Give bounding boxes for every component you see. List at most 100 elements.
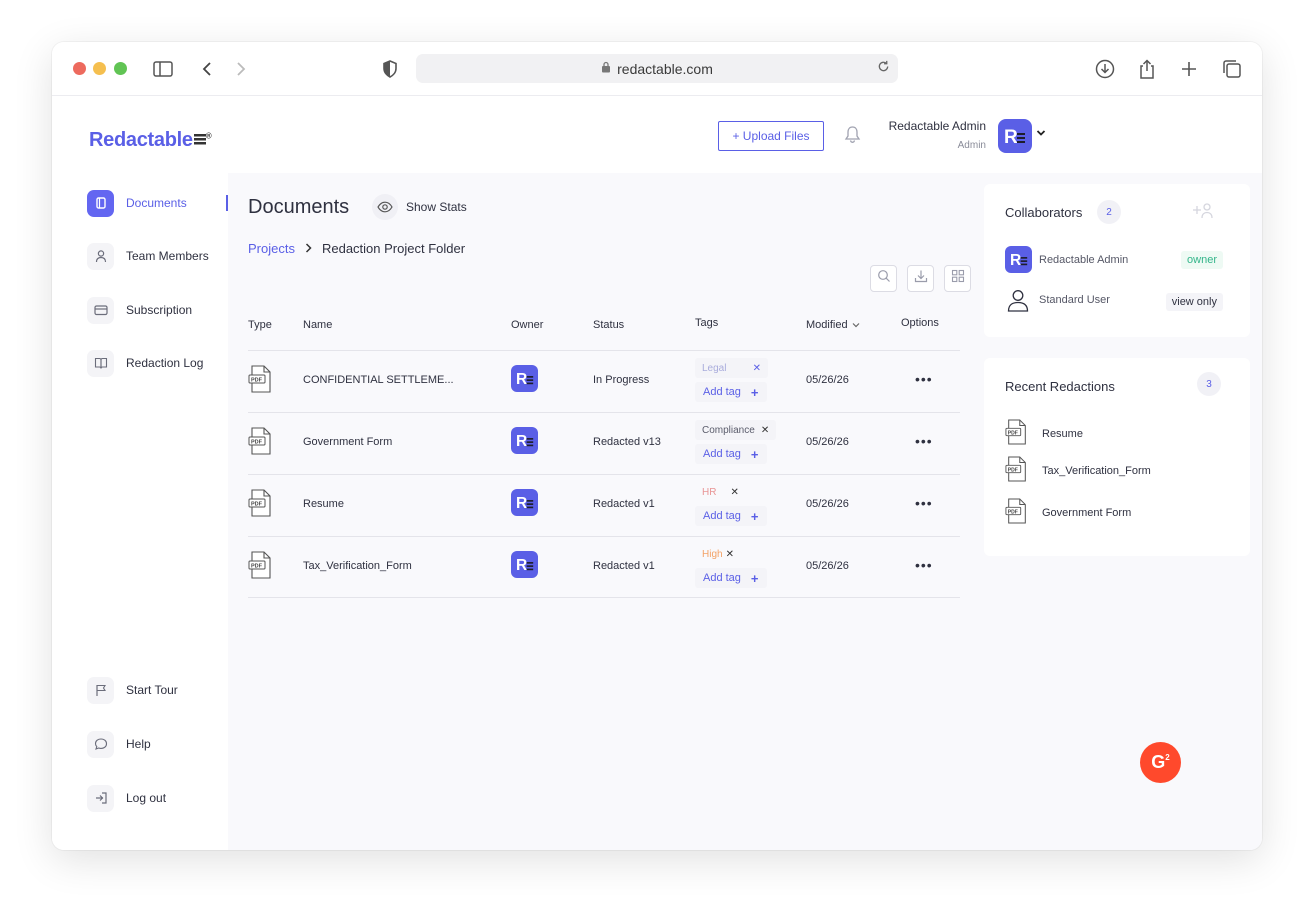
table-row[interactable]: PDF Government Form R Redacted v13 Compl…	[248, 412, 960, 474]
column-header-status: Status	[593, 319, 625, 331]
upload-files-button[interactable]: + Upload Files	[718, 121, 824, 151]
svg-text:R: R	[1010, 252, 1021, 268]
remove-tag-icon[interactable]: ✕	[726, 549, 734, 560]
sidebar-toggle-icon[interactable]	[150, 56, 176, 82]
recent-item[interactable]: PDF Tax_Verification_Form	[1005, 456, 1151, 485]
show-stats-button[interactable]: Show Stats	[372, 194, 467, 220]
svg-text:PDF: PDF	[251, 440, 263, 446]
g2-review-badge[interactable]: G2	[1140, 742, 1181, 783]
user-name: Redactable Admin	[888, 119, 986, 133]
add-tag-button[interactable]: Add tag +	[695, 382, 767, 402]
add-user-icon[interactable]	[1189, 200, 1215, 227]
svg-text:R: R	[516, 495, 527, 511]
column-header-modified-label: Modified	[806, 319, 848, 331]
document-name[interactable]: Resume	[303, 498, 344, 510]
sidebar-item-label: Subscription	[126, 303, 193, 317]
breadcrumb-current: Redaction Project Folder	[321, 241, 466, 256]
breadcrumb: Projects Redaction Project Folder	[248, 241, 465, 256]
sidebar-item-label: Redaction Log	[126, 356, 204, 370]
add-tag-label: Add tag	[703, 510, 741, 522]
sidebar-item-documents[interactable]: Documents	[87, 189, 237, 217]
tag-label: HR	[702, 486, 717, 498]
tag-chip: High ✕	[695, 544, 741, 564]
sidebar-item-start-tour[interactable]: Start Tour	[87, 676, 237, 704]
remove-tag-icon[interactable]: ✕	[761, 425, 769, 436]
plus-icon: +	[750, 384, 759, 400]
add-tag-button[interactable]: Add tag +	[695, 506, 767, 526]
column-header-modified[interactable]: Modified	[806, 319, 860, 331]
add-tag-button[interactable]: Add tag +	[695, 444, 767, 464]
table-row[interactable]: PDF CONFIDENTIAL SETTLEME... R In Progre…	[248, 350, 960, 412]
download-button[interactable]	[907, 265, 934, 292]
add-tag-label: Add tag	[703, 448, 741, 460]
more-options-icon[interactable]: •••	[915, 371, 933, 387]
logo-bars-icon	[193, 129, 206, 152]
add-tag-label: Add tag	[703, 386, 741, 398]
minimize-window-button[interactable]	[93, 62, 106, 75]
shield-icon[interactable]	[377, 56, 403, 82]
sidebar-item-subscription[interactable]: Subscription	[87, 296, 237, 324]
maximize-window-button[interactable]	[114, 62, 127, 75]
pdf-file-icon: PDF	[248, 489, 274, 522]
close-window-button[interactable]	[73, 62, 86, 75]
sidebar-item-log-out[interactable]: Log out	[87, 784, 237, 812]
role-badge-view-only[interactable]: view only	[1165, 293, 1223, 311]
more-options-icon[interactable]: •••	[915, 495, 933, 511]
owner-avatar: R	[511, 551, 538, 578]
table-row[interactable]: PDF Resume R Redacted v1 HR ✕ Add tag + 05…	[248, 474, 960, 536]
svg-text:PDF: PDF	[251, 378, 263, 384]
table-row[interactable]: PDF Tax_Verification_Form R Redacted v1 …	[248, 536, 960, 598]
svg-text:R: R	[516, 371, 527, 387]
owner-avatar: R	[511, 365, 538, 392]
brand-logo[interactable]: Redactable ®	[89, 129, 212, 152]
sidebar-item-help[interactable]: Help	[87, 730, 237, 758]
more-options-icon[interactable]: •••	[915, 557, 933, 573]
column-header-options: Options	[901, 317, 939, 329]
tabs-overview-icon[interactable]	[1219, 56, 1245, 82]
sidebar-item-redaction-log[interactable]: Redaction Log	[87, 349, 237, 377]
forward-icon[interactable]	[228, 56, 254, 82]
download-icon[interactable]	[1092, 56, 1118, 82]
remove-tag-icon[interactable]: ✕	[730, 487, 738, 498]
svg-text:PDF: PDF	[251, 502, 263, 508]
pdf-file-icon: PDF	[248, 551, 274, 584]
collaborator-row[interactable]: Standard User	[1005, 287, 1110, 313]
owner-avatar: R	[511, 427, 538, 454]
recent-item-name: Resume	[1042, 427, 1083, 440]
app-root: Redactable ® Documents Team Members Subs…	[52, 97, 1262, 850]
column-header-owner: Owner	[511, 319, 544, 331]
plus-icon: +	[750, 570, 759, 586]
more-options-icon[interactable]: •••	[915, 433, 933, 449]
chat-icon	[87, 730, 114, 758]
document-name[interactable]: Government Form	[303, 436, 392, 448]
grid-view-button[interactable]	[944, 265, 971, 292]
search-button[interactable]	[870, 265, 897, 292]
share-icon[interactable]	[1134, 56, 1160, 82]
card-icon	[87, 296, 114, 324]
chevron-down-icon[interactable]	[1036, 129, 1046, 140]
plus-icon: +	[750, 508, 759, 524]
remove-tag-icon[interactable]: ✕	[753, 363, 761, 374]
sidebar-item-label: Start Tour	[126, 683, 178, 697]
breadcrumb-projects[interactable]: Projects	[248, 241, 295, 256]
plus-icon: +	[750, 446, 759, 462]
document-status: Redacted v1	[593, 498, 655, 510]
tag-chip: Legal ✕	[695, 358, 768, 378]
sidebar-item-team-members[interactable]: Team Members	[87, 242, 237, 270]
pdf-file-icon: PDF	[1005, 498, 1036, 527]
tag-chip: Compliance ✕	[695, 420, 777, 440]
column-header-name[interactable]: Name	[303, 319, 332, 331]
new-tab-icon[interactable]	[1176, 56, 1202, 82]
sidebar-item-label: Documents	[126, 196, 187, 210]
address-bar[interactable]: redactable.com	[416, 54, 898, 83]
recent-item[interactable]: PDF Resume	[1005, 419, 1083, 448]
add-tag-button[interactable]: Add tag +	[695, 568, 767, 588]
back-icon[interactable]	[194, 56, 220, 82]
reload-icon[interactable]	[877, 60, 890, 76]
notification-bell-icon[interactable]	[844, 125, 861, 149]
collaborator-row[interactable]: R Redactable Admin	[1005, 246, 1128, 273]
recent-item[interactable]: PDF Government Form	[1005, 498, 1131, 527]
document-name[interactable]: CONFIDENTIAL SETTLEME...	[303, 374, 454, 386]
avatar[interactable]: R	[998, 119, 1032, 153]
document-name[interactable]: Tax_Verification_Form	[303, 560, 412, 572]
